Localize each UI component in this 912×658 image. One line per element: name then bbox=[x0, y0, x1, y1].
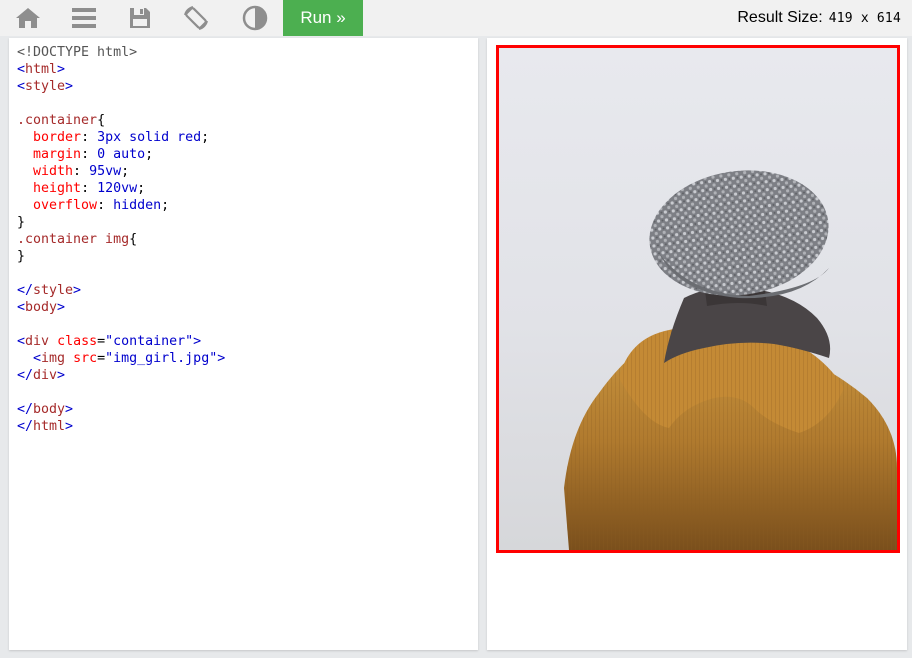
code-line: <body> bbox=[17, 300, 66, 315]
code-line: <html> bbox=[17, 62, 66, 77]
girl-in-hat-photo bbox=[564, 170, 897, 550]
doctype: <!DOCTYPE html> bbox=[17, 45, 138, 60]
attribute-name: class bbox=[57, 334, 98, 349]
tag-name: style bbox=[33, 283, 74, 298]
css-value: 120vw bbox=[97, 181, 138, 196]
css-property: height bbox=[33, 181, 82, 196]
container-div bbox=[496, 45, 900, 553]
code-line: </html> bbox=[17, 419, 74, 434]
code-line: <div class="container"> bbox=[17, 334, 202, 349]
rotate-button[interactable] bbox=[168, 0, 224, 36]
code-line: </style> bbox=[17, 283, 82, 298]
css-selector: .container img bbox=[17, 232, 130, 247]
theme-icon bbox=[242, 5, 268, 31]
tag-name: body bbox=[25, 300, 58, 315]
run-button[interactable]: Run » bbox=[283, 0, 363, 36]
attribute-value: "img_girl.jpg" bbox=[105, 351, 218, 366]
code-line: height: 120vw; bbox=[33, 181, 146, 196]
rotate-icon bbox=[184, 6, 208, 30]
home-icon bbox=[16, 8, 40, 28]
css-property: width bbox=[33, 164, 74, 179]
code-text[interactable]: <!DOCTYPE html> <html> <style> .container{ … bbox=[9, 38, 478, 441]
code-line: } bbox=[17, 215, 26, 230]
result-size-value: 419 x 614 bbox=[828, 10, 901, 26]
code-line: <!DOCTYPE html> bbox=[17, 44, 470, 61]
result-size: Result Size: 419 x 614 bbox=[737, 0, 901, 36]
tag-name: body bbox=[33, 402, 66, 417]
code-line: border: 3px solid red; bbox=[33, 130, 210, 145]
tag-name: html bbox=[33, 419, 66, 434]
tag-name: style bbox=[25, 79, 66, 94]
save-icon bbox=[130, 8, 150, 28]
code-line: <style> bbox=[17, 79, 74, 94]
code-line: width: 95vw; bbox=[33, 164, 130, 179]
theme-toggle-button[interactable] bbox=[227, 0, 283, 36]
css-value: 3px solid red bbox=[97, 130, 202, 145]
code-line: .container img{ bbox=[17, 232, 138, 247]
css-value: 95vw bbox=[89, 164, 122, 179]
code-line: <img src="img_girl.jpg"> bbox=[33, 351, 226, 366]
css-selector: .container bbox=[17, 113, 98, 128]
css-value: hidden bbox=[113, 198, 162, 213]
css-property: overflow bbox=[33, 198, 98, 213]
menu-button[interactable] bbox=[56, 0, 112, 36]
tag-name: html bbox=[25, 62, 58, 77]
menu-icon bbox=[72, 8, 96, 28]
result-panel[interactable] bbox=[487, 38, 907, 650]
code-line: .container{ bbox=[17, 113, 106, 128]
code-line: margin: 0 auto; bbox=[33, 147, 154, 162]
tag-name: div bbox=[25, 334, 50, 349]
code-editor[interactable]: <!DOCTYPE html> <html> <style> .container{ … bbox=[9, 38, 478, 650]
result-size-label: Result Size: bbox=[737, 9, 823, 26]
css-value: 0 auto bbox=[97, 147, 146, 162]
code-line: } bbox=[17, 249, 26, 264]
css-property: border bbox=[33, 130, 82, 145]
code-line: </body> bbox=[17, 402, 74, 417]
css-property: margin bbox=[33, 147, 82, 162]
code-line: </div> bbox=[17, 368, 66, 383]
save-button[interactable] bbox=[112, 0, 168, 36]
tag-name: div bbox=[33, 368, 58, 383]
toolbar: Run » Result Size: 419 x 614 bbox=[0, 0, 912, 36]
code-line: overflow: hidden; bbox=[33, 198, 170, 213]
attribute-value: "container" bbox=[105, 334, 194, 349]
home-button[interactable] bbox=[0, 0, 56, 36]
tag-name: img bbox=[41, 351, 66, 366]
attribute-name: src bbox=[73, 351, 98, 366]
